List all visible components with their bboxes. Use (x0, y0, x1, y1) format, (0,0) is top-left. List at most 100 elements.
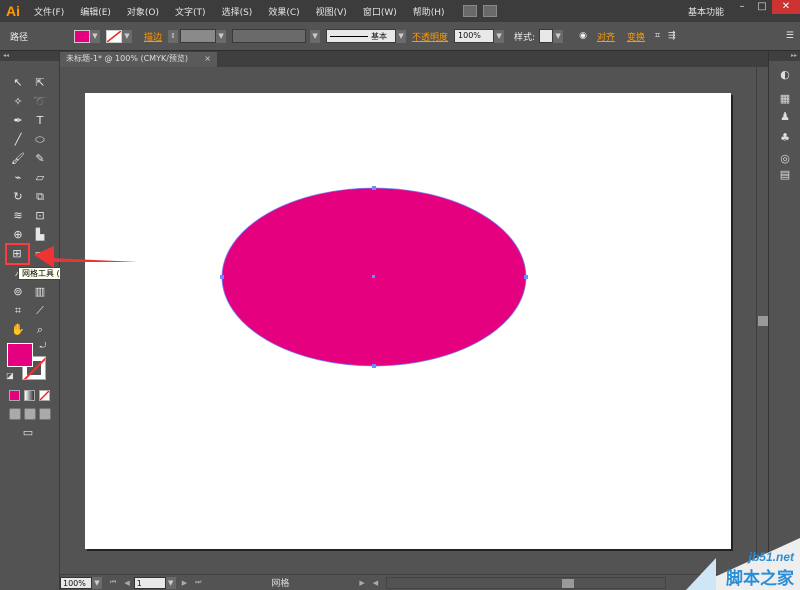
eraser-icon[interactable]: ▱ (32, 170, 48, 186)
bridge-icon[interactable] (462, 5, 477, 17)
appearance-icon[interactable]: ◎ (777, 151, 793, 167)
recolor-icon[interactable]: ◉ (579, 31, 587, 41)
menu-object[interactable]: 对象(O) (119, 5, 167, 18)
status-menu-icon[interactable]: ▶ (359, 579, 364, 587)
lasso-icon[interactable]: ➰ (32, 94, 48, 110)
graphic-style-swatch[interactable] (539, 29, 554, 43)
first-artboard-icon[interactable]: ⏮ (110, 578, 116, 587)
selection-icon[interactable]: ↖ (10, 75, 26, 91)
zoom-dropdown-icon[interactable]: ▼ (92, 576, 102, 589)
zoom-icon[interactable]: ⌕ (32, 322, 48, 338)
dock-collapse-grip[interactable]: ▸▸ (769, 51, 800, 61)
workspace-switcher[interactable]: 基本功能 (688, 5, 724, 18)
direct-selection-icon[interactable]: ⇱ (32, 75, 48, 91)
stroke-dropdown-icon[interactable]: ▼ (122, 29, 132, 43)
draw-behind-icon[interactable] (24, 408, 36, 420)
pen-icon[interactable]: ✒ (10, 113, 26, 129)
vertical-scroll-thumb[interactable] (758, 316, 768, 326)
draw-normal-icon[interactable] (9, 408, 21, 420)
align-link[interactable]: 对齐 (597, 30, 615, 43)
stroke-weight-stepper-icon[interactable]: ⇕ (168, 29, 179, 43)
fill-color-box[interactable] (7, 343, 33, 367)
scale-icon[interactable]: ⧉ (32, 189, 48, 205)
hand-icon[interactable]: ✋ (10, 322, 26, 338)
gradient-icon[interactable]: ▭ (32, 246, 48, 262)
brush-dropdown-icon[interactable]: ▼ (396, 29, 407, 43)
stroke-link[interactable]: 描边 (144, 30, 162, 43)
transform-link[interactable]: 变换 (627, 30, 645, 43)
horizontal-scroll-thumb[interactable] (562, 578, 575, 588)
anchor-point-top[interactable] (372, 186, 376, 190)
magic-wand-icon[interactable]: ✧ (10, 94, 26, 110)
vertical-scrollbar[interactable] (756, 67, 768, 574)
brushes-icon[interactable]: ♟ (777, 109, 793, 125)
close-button[interactable]: ✕ (772, 0, 800, 14)
fill-dropdown-icon[interactable]: ▼ (90, 29, 100, 43)
anchor-point-bottom[interactable] (372, 364, 376, 368)
variable-width-dropdown-icon[interactable]: ▼ (310, 29, 321, 43)
slice-icon[interactable]: ⟋ (32, 303, 48, 319)
none-mode-button[interactable] (39, 390, 50, 401)
type-icon[interactable]: T (32, 113, 48, 129)
line-icon[interactable]: ╱ (10, 132, 26, 148)
perspective-grid-icon[interactable]: ▙ (32, 227, 48, 243)
shape-builder-icon[interactable]: ⊕ (10, 227, 26, 243)
control-panel-menu-icon[interactable]: ☰ (786, 31, 794, 41)
menu-help[interactable]: 帮助(H) (405, 5, 453, 18)
style-dropdown-icon[interactable]: ▼ (553, 29, 564, 43)
isolate-icon[interactable]: ⌗ (655, 31, 660, 41)
menu-file[interactable]: 文件(F) (26, 5, 72, 18)
screen-mode-icon[interactable]: ▭ (18, 425, 38, 441)
next-artboard-icon[interactable]: ▶ (182, 579, 187, 587)
anchor-point-right[interactable] (524, 275, 528, 279)
anchor-point-left[interactable] (220, 275, 224, 279)
default-colors-icon[interactable]: ◪ (5, 371, 15, 381)
artboard-icon[interactable]: ⌗ (10, 303, 26, 319)
zoom-field[interactable]: 100% (60, 576, 92, 589)
stroke-weight-dropdown-icon[interactable]: ▼ (216, 29, 227, 43)
swatches-icon[interactable]: ▦ (777, 91, 793, 107)
document-tab[interactable]: 未标题-1* @ 100% (CMYK/预览) × (60, 52, 217, 67)
swap-fill-stroke-icon[interactable]: ⤾ (38, 341, 48, 351)
gradient-mode-button[interactable] (24, 390, 35, 401)
opacity-link[interactable]: 不透明度 (412, 30, 448, 43)
menu-select[interactable]: 选择(S) (214, 5, 261, 18)
prev-artboard-icon[interactable]: ◀ (124, 579, 129, 587)
maximize-button[interactable]: □ (752, 0, 772, 14)
draw-inside-icon[interactable] (39, 408, 51, 420)
menu-effect[interactable]: 效果(C) (260, 5, 307, 18)
menu-type[interactable]: 文字(T) (167, 5, 214, 18)
ellipse-icon[interactable]: ⬭ (32, 132, 48, 148)
brush-definition-field[interactable]: 基本 (326, 29, 397, 43)
blob-brush-icon[interactable]: ⌁ (10, 170, 26, 186)
tab-close-icon[interactable]: × (204, 52, 211, 66)
free-transform-icon[interactable]: ⊡ (32, 208, 48, 224)
minimize-button[interactable]: – (732, 0, 752, 14)
opacity-dropdown-icon[interactable]: ▼ (494, 29, 505, 43)
horizontal-scrollbar[interactable] (386, 576, 667, 589)
stroke-weight-field[interactable] (180, 29, 217, 43)
paintbrush-icon[interactable]: 🖌 (10, 151, 26, 167)
color-panel-icon[interactable]: ◐ (777, 67, 793, 83)
scroll-left-icon[interactable]: ◀ (373, 579, 378, 587)
last-artboard-icon[interactable]: ⏭ (195, 578, 201, 587)
options-icon[interactable]: ⇶ (668, 31, 676, 41)
pencil-icon[interactable]: ✎ (32, 151, 48, 167)
rotate-icon[interactable]: ↻ (10, 189, 26, 205)
stroke-swatch[interactable] (106, 29, 122, 43)
warp-icon[interactable]: ≋ (10, 208, 26, 224)
opacity-field[interactable]: 100% (454, 29, 495, 43)
color-mode-button[interactable] (9, 390, 20, 401)
canvas-area[interactable] (60, 67, 756, 574)
symbols-icon[interactable]: ♣ (777, 130, 793, 146)
menu-edit[interactable]: 编辑(E) (72, 5, 119, 18)
fill-swatch[interactable] (74, 29, 90, 43)
artboard-number-field[interactable]: 1 (133, 576, 166, 589)
artboard[interactable] (85, 93, 731, 549)
column-graph-icon[interactable]: ▥ (32, 284, 48, 300)
menu-window[interactable]: 窗口(W) (355, 5, 405, 18)
menu-view[interactable]: 视图(V) (308, 5, 355, 18)
symbol-sprayer-icon[interactable]: ⊚ (10, 284, 26, 300)
variable-width-field[interactable] (232, 29, 307, 43)
artboard-dropdown-icon[interactable]: ▼ (165, 576, 176, 589)
